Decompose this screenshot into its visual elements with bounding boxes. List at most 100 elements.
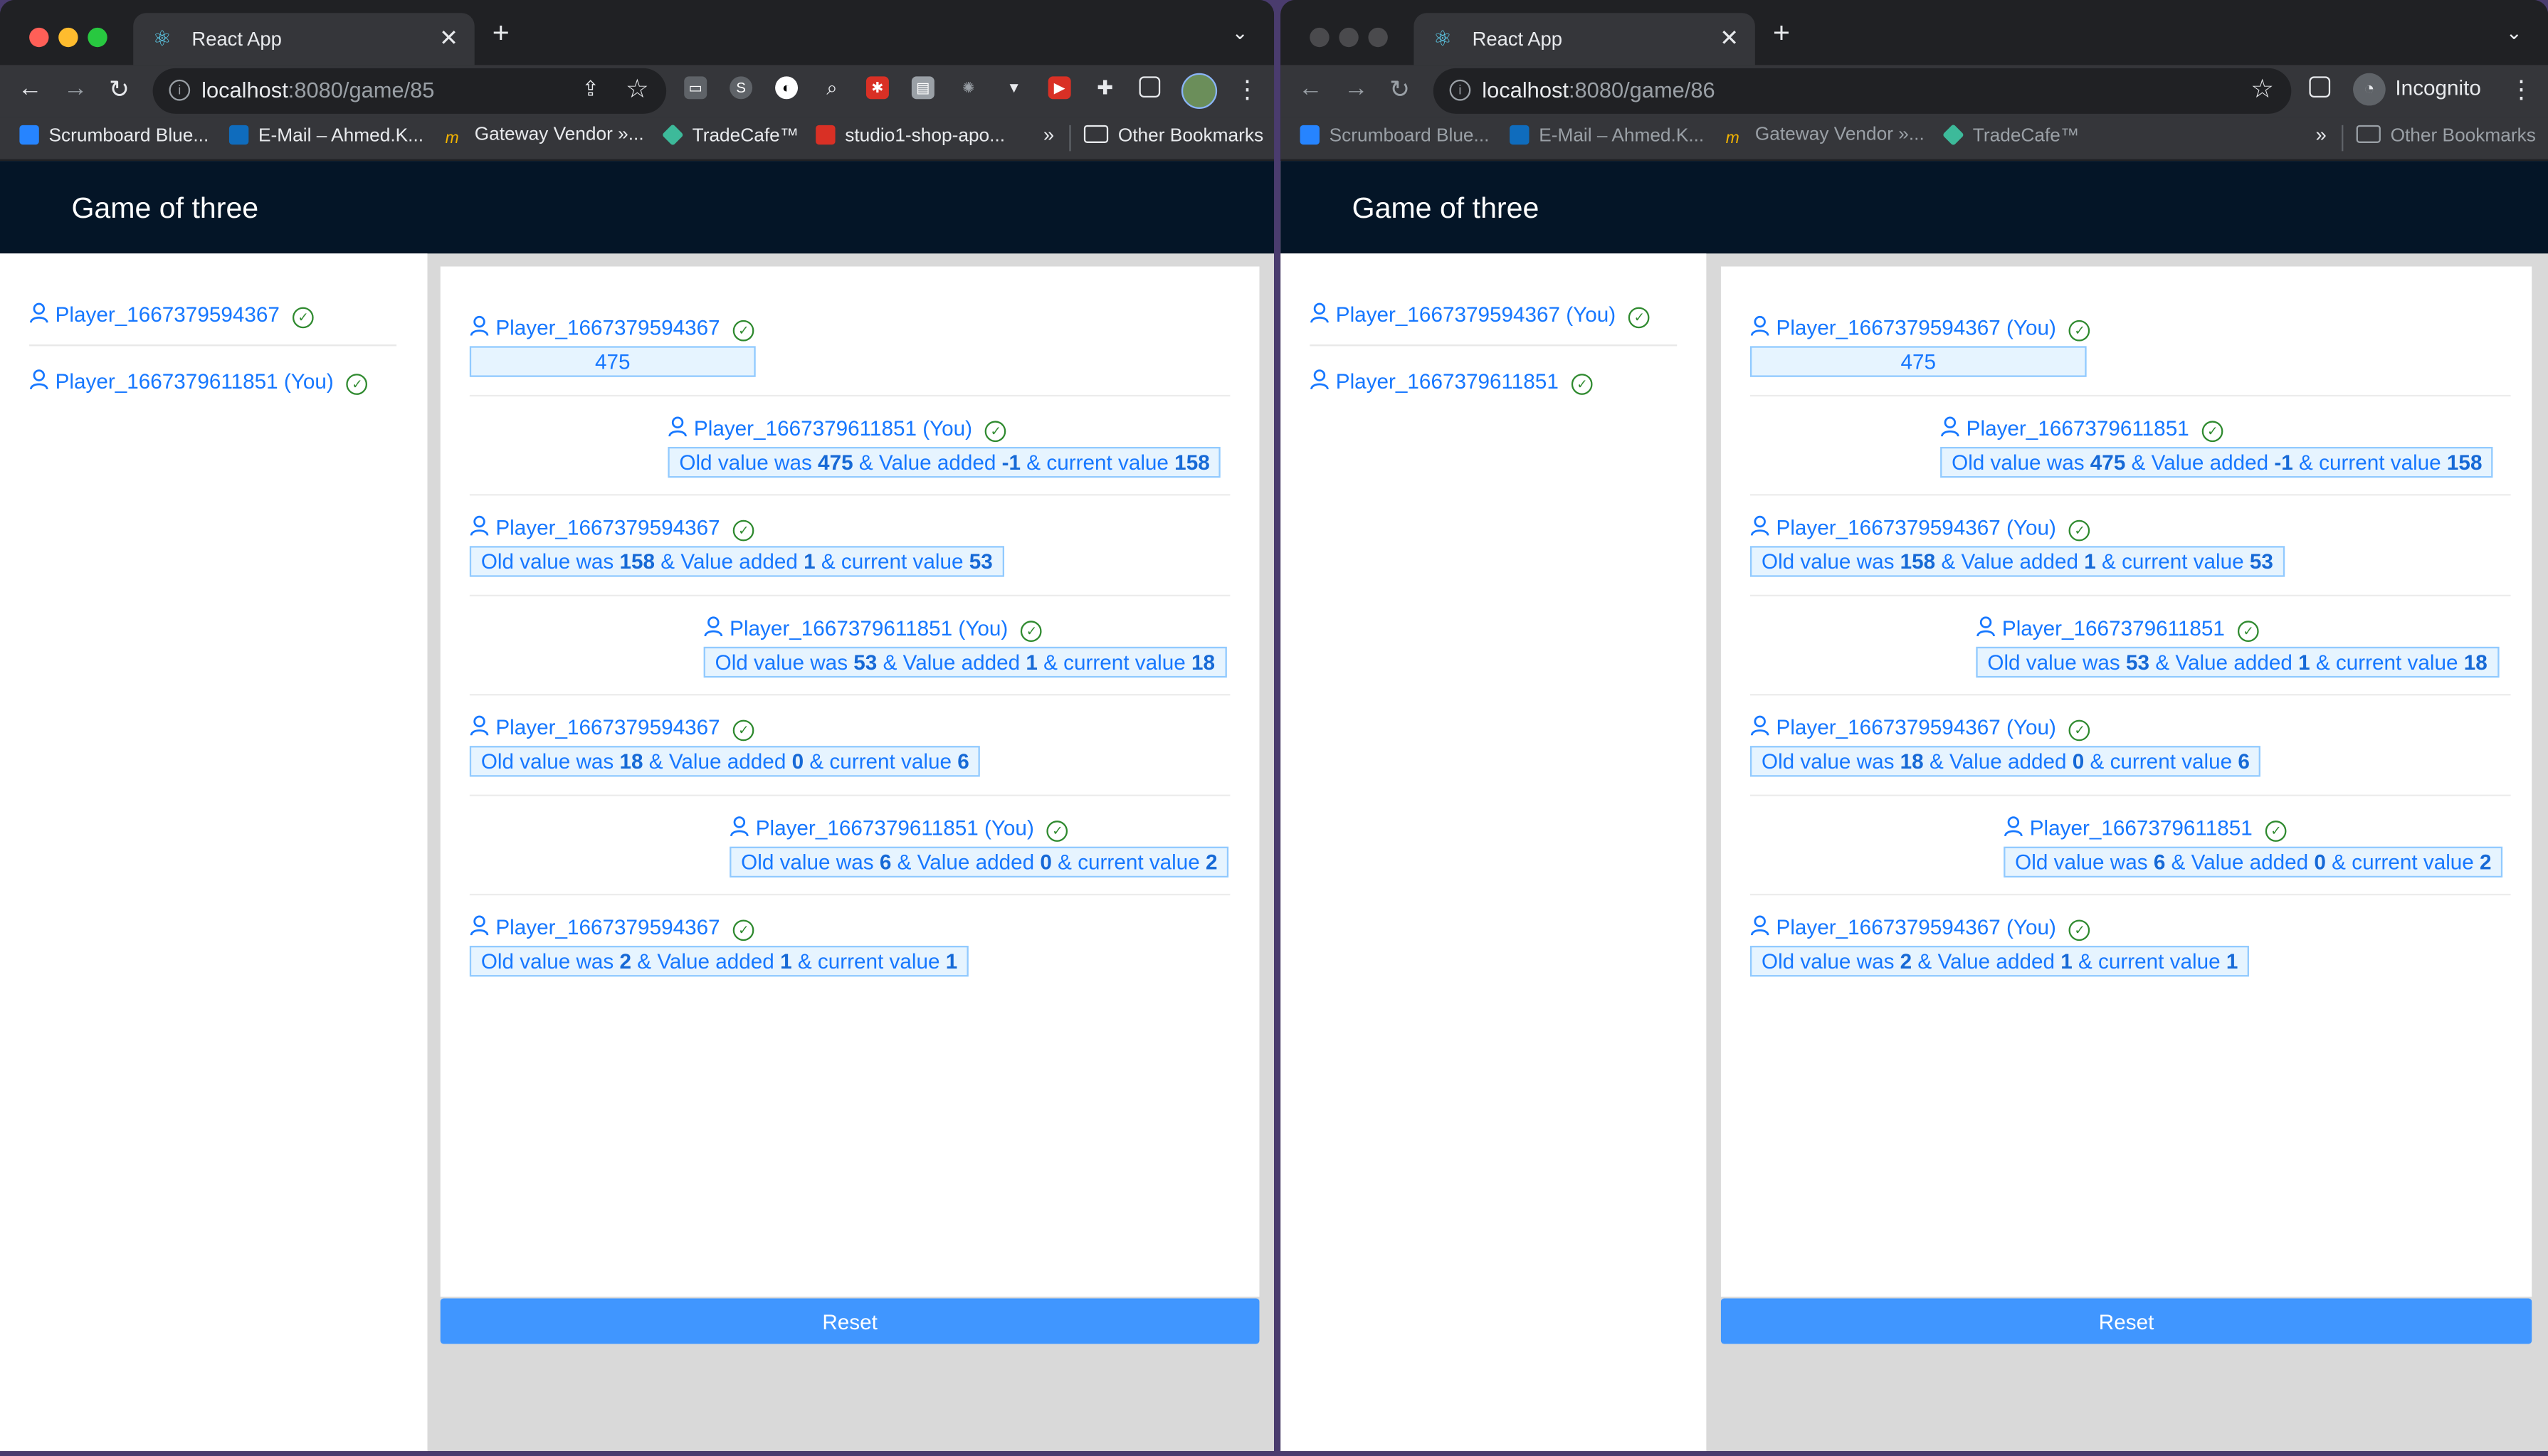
close-window-button[interactable] <box>29 27 49 48</box>
other-bookmarks-folder[interactable]: Other Bookmarks <box>2356 125 2536 147</box>
move-player[interactable]: Player_1667379594367 ✓ <box>470 515 754 542</box>
move-player[interactable]: Player_1667379594367 ✓ <box>470 915 754 941</box>
close-tab-icon[interactable]: ✕ <box>439 24 458 52</box>
browser-tab[interactable]: ⚛ React App ✕ <box>133 13 475 65</box>
move-player[interactable]: Player_1667379611851 ✓ <box>1976 615 2259 641</box>
bookmark-item[interactable]: Scrumboard Blue... <box>1300 125 1489 147</box>
address-bar[interactable]: i localhost:8080/game/86 ☆ <box>1433 68 2292 114</box>
user-icon <box>470 315 489 336</box>
user-icon <box>470 915 489 936</box>
move-entry: Player_1667379611851 (You) ✓ Old value wa… <box>469 396 1231 496</box>
move-player[interactable]: Player_1667379594367 (You) ✓ <box>1750 915 2090 941</box>
start-value: 475 <box>469 346 756 377</box>
bookmark-item[interactable]: studio1-shop-apo... <box>816 125 1005 147</box>
player-list-item[interactable]: Player_1667379611851 ✓ <box>1310 369 1593 395</box>
magnifier-icon[interactable]: ⌕ <box>821 76 843 99</box>
bookmark-item[interactable]: E-Mail – Ahmed.K... <box>228 125 423 147</box>
move-player[interactable]: Player_1667379611851 ✓ <box>2004 815 2287 841</box>
move-player[interactable]: Player_1667379594367 (You) ✓ <box>1750 315 2090 342</box>
minimize-window-button[interactable] <box>58 27 78 48</box>
tab-search-icon[interactable]: ⌄ <box>1232 21 1248 44</box>
bookmark-item[interactable]: TradeCafe™ <box>661 124 799 147</box>
move-player[interactable]: Player_1667379594367 (You) ✓ <box>1750 515 2090 542</box>
zoom-window-button[interactable] <box>88 27 107 48</box>
bookmark-item[interactable]: E-Mail – Ahmed.K... <box>1510 125 1704 147</box>
extension-icon[interactable]: ▶ <box>1048 76 1071 100</box>
user-icon <box>1750 915 1769 936</box>
reload-icon[interactable]: ↻ <box>1389 75 1410 104</box>
move-player[interactable]: Player_1667379611851 (You) ✓ <box>704 615 1043 641</box>
move-player[interactable]: Player_1667379611851 (You) ✓ <box>668 415 1007 441</box>
other-bookmarks-folder[interactable]: Other Bookmarks <box>1083 125 1263 147</box>
new-tab-icon[interactable]: + <box>1773 18 1790 47</box>
user-icon <box>1310 302 1329 323</box>
move-player[interactable]: Player_1667379594367 ✓ <box>470 715 754 742</box>
extension-icon[interactable]: ▤ <box>911 76 935 100</box>
move-message: Old value was 475 & Value added -1 & cur… <box>668 445 1221 478</box>
reset-button[interactable]: Reset <box>440 1298 1260 1344</box>
bookmark-item[interactable]: m Gateway Vendor »... <box>446 125 644 149</box>
move-player[interactable]: Player_1667379594367 (You) ✓ <box>1750 715 2090 742</box>
kebab-menu-icon[interactable]: ⋮ <box>2509 75 2533 104</box>
close-window-button[interactable] <box>1310 27 1330 48</box>
bookmark-item[interactable]: Scrumboard Blue... <box>19 125 209 147</box>
bookmark-item[interactable]: TradeCafe™ <box>1942 124 2079 147</box>
side-panel-icon[interactable] <box>1139 76 1161 98</box>
check-circle-icon: ✓ <box>2069 519 2090 542</box>
more-bookmarks-icon[interactable]: » <box>2316 124 2327 147</box>
check-circle-icon: ✓ <box>732 919 754 941</box>
more-bookmarks-icon[interactable]: » <box>1043 124 1054 147</box>
move-player[interactable]: Player_1667379594367 ✓ <box>470 315 754 342</box>
check-circle-icon: ✓ <box>2069 719 2090 742</box>
move-message: Old value was 53 & Value added 1 & curre… <box>1976 645 2499 677</box>
new-tab-icon[interactable]: + <box>493 18 510 47</box>
move-message: Old value was 158 & Value added 1 & curr… <box>1750 546 2285 577</box>
player-list-item[interactable]: Player_1667379611851 (You) ✓ <box>29 369 368 395</box>
bookmark-separator <box>2342 125 2344 152</box>
move-entry: Player_1667379594367 ✓ Old value was 18 &… <box>469 695 1231 796</box>
extension-icon[interactable]: ✱ <box>865 76 889 100</box>
kebab-menu-icon[interactable]: ⋮ <box>1235 75 1259 104</box>
move-player[interactable]: Player_1667379611851 (You) ✓ <box>730 815 1068 841</box>
move-player[interactable]: Player_1667379611851 ✓ <box>1940 415 2223 441</box>
site-info-icon[interactable]: i <box>1449 79 1471 101</box>
forward-icon[interactable]: → <box>63 75 88 102</box>
bookmark-star-icon[interactable]: ☆ <box>626 73 649 106</box>
check-circle-icon: ✓ <box>732 719 754 742</box>
site-info-icon[interactable]: i <box>169 79 191 101</box>
page-title: Game of three <box>1352 191 1539 225</box>
bookmarks-bar: Scrumboard Blue... E-Mail – Ahmed.K... m… <box>1280 117 2548 159</box>
tab-title: React App <box>191 27 282 51</box>
player-list-item[interactable]: Player_1667379594367 (You) ✓ <box>1310 302 1651 329</box>
player-list-item[interactable]: Player_1667379594367 ✓ <box>29 302 314 329</box>
puzzle-icon[interactable]: ✚ <box>1094 76 1117 99</box>
share-icon[interactable]: ⇪ <box>581 76 599 102</box>
extension-icon[interactable]: ▭ <box>684 76 707 100</box>
screen: ⚛ React App ✕ + ⌄ ← → ↻ i localhost:8080… <box>0 0 2548 1456</box>
reset-button[interactable]: Reset <box>1720 1298 2532 1344</box>
extension-icon[interactable]: ▼ <box>1003 76 1026 99</box>
incognito-indicator[interactable]: ◔ Incognito <box>2353 73 2481 106</box>
back-icon[interactable]: ← <box>18 75 42 102</box>
check-circle-icon: ✓ <box>985 420 1007 441</box>
close-tab-icon[interactable]: ✕ <box>1720 24 1739 52</box>
extension-icon[interactable]: ✺ <box>957 76 980 99</box>
extension-icon[interactable]: S <box>730 76 753 100</box>
extension-icon[interactable]: ◐ <box>775 76 799 100</box>
bookmark-item[interactable]: m Gateway Vendor »... <box>1726 125 1925 149</box>
browser-window-1: ⚛ React App ✕ + ⌄ ← → ↻ i localhost:8080… <box>0 0 1275 1452</box>
move-message: Old value was 158 & Value added 1 & curr… <box>469 546 1004 577</box>
back-icon[interactable]: ← <box>1298 75 1322 102</box>
bookmark-star-icon[interactable]: ☆ <box>2250 73 2274 106</box>
side-panel-icon[interactable] <box>2309 76 2331 98</box>
check-circle-icon: ✓ <box>732 320 754 342</box>
reload-icon[interactable]: ↻ <box>109 75 130 104</box>
address-bar[interactable]: i localhost:8080/game/85 ⇪ ☆ <box>152 68 667 114</box>
browser-tab[interactable]: ⚛ React App ✕ <box>1413 13 1755 65</box>
tab-search-icon[interactable]: ⌄ <box>2506 21 2522 44</box>
minimize-window-button[interactable] <box>1339 27 1359 48</box>
forward-icon[interactable]: → <box>1344 75 1368 102</box>
move-message: Old value was 2 & Value added 1 & curren… <box>469 945 969 977</box>
zoom-window-button[interactable] <box>1368 27 1388 48</box>
avatar[interactable] <box>1181 73 1218 109</box>
